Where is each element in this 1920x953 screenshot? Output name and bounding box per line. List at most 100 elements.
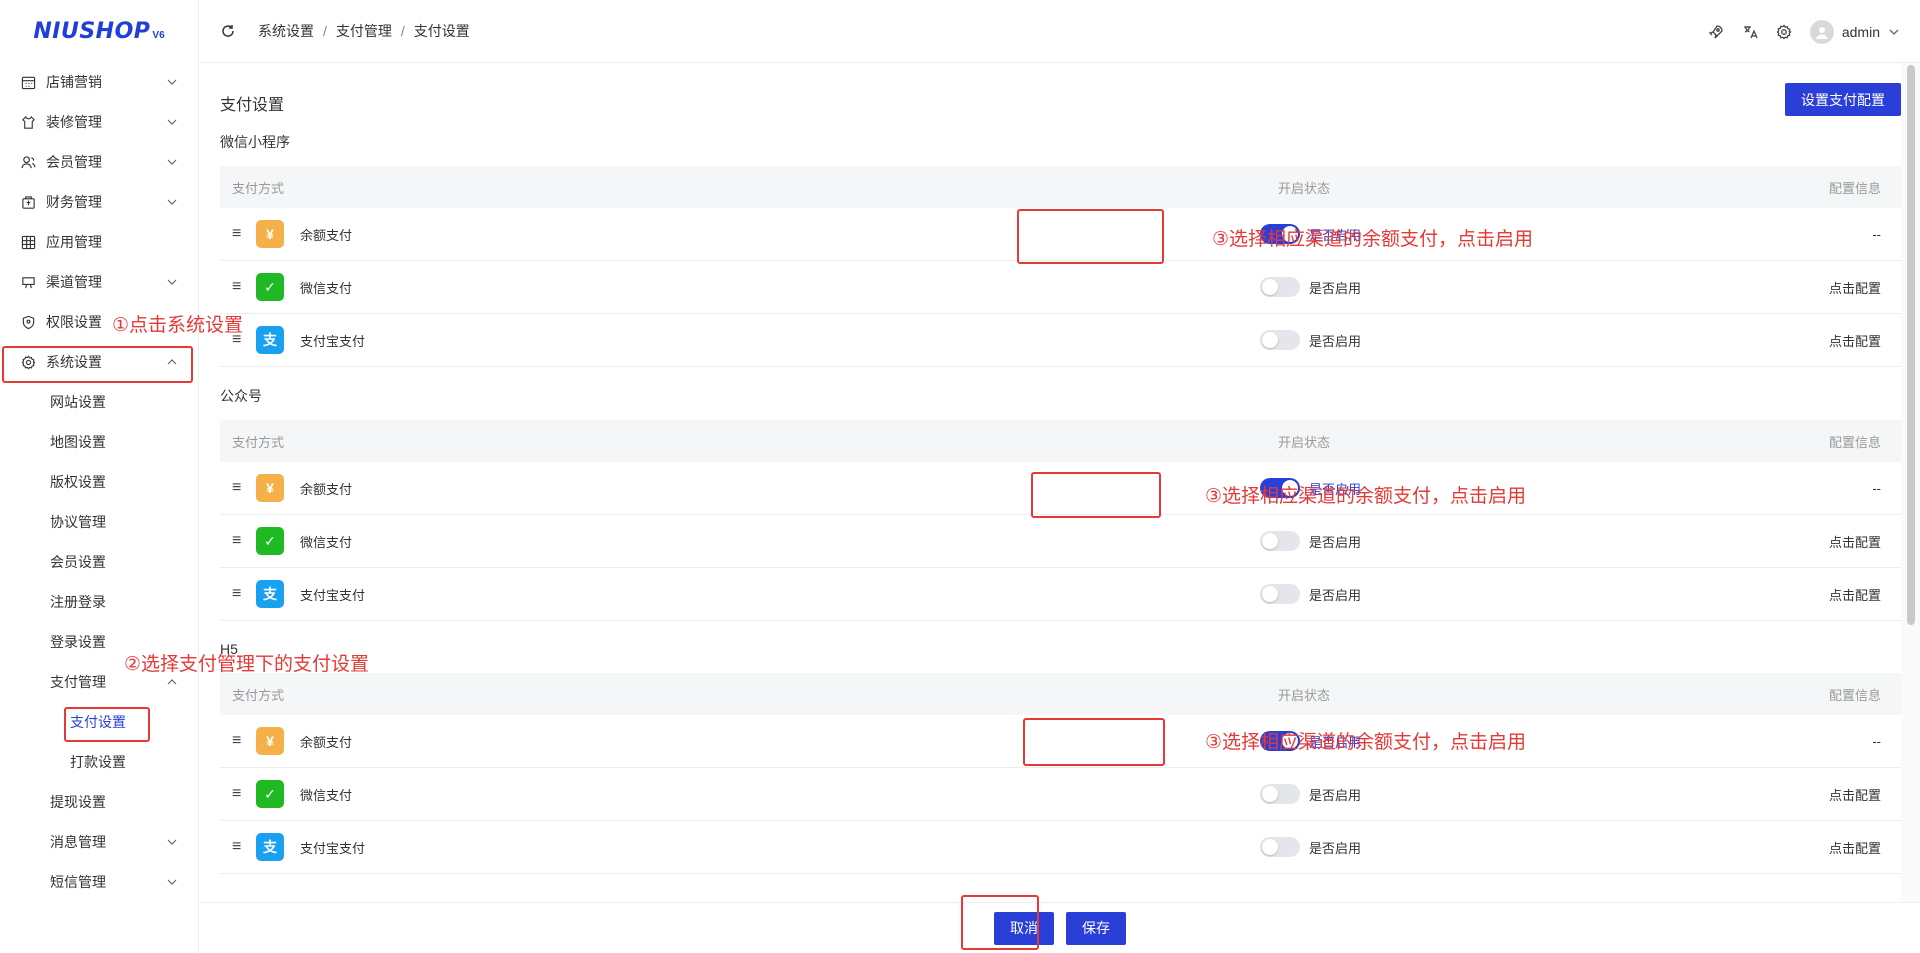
drag-handle-icon[interactable]: ≡ [232, 479, 244, 497]
chevron-down-icon[interactable] [166, 876, 178, 888]
enable-switch-label[interactable]: 是否启用 [1309, 785, 1361, 804]
config-cell[interactable]: 点击配置 [1700, 331, 1901, 350]
config-cell[interactable]: 点击配置 [1700, 585, 1901, 604]
chevron-down-icon[interactable] [1888, 26, 1900, 38]
sidebar-subitem[interactable]: 提现设置 [0, 782, 198, 822]
enable-switch[interactable] [1260, 784, 1300, 804]
annotation-step2: ②选择支付管理下的支付设置 [124, 653, 370, 675]
sidebar-item[interactable]: 应用管理 [0, 222, 198, 262]
section-title: 公众号 [220, 388, 262, 404]
enable-switch[interactable] [1260, 837, 1300, 857]
drag-handle-icon[interactable]: ≡ [232, 785, 244, 803]
config-cell[interactable]: 点击配置 [1700, 532, 1901, 551]
config-cell: -- [1872, 480, 1881, 496]
sidebar-item[interactable]: 装修管理 [0, 102, 198, 142]
sidebar-subitem-label: 协议管理 [50, 514, 106, 530]
cancel-button[interactable]: 取消 [994, 911, 1054, 945]
chevron-down-icon[interactable] [166, 156, 178, 168]
table-row: ≡ 支 支付宝支付 是否启用 点击配置 [220, 568, 1901, 621]
enable-switch[interactable] [1260, 584, 1300, 604]
payment-method-name: 微信支付 [300, 787, 353, 803]
drag-handle-icon[interactable]: ≡ [232, 225, 244, 243]
drag-handle-icon[interactable]: ≡ [232, 278, 244, 296]
sidebar-subitem-label: 消息管理 [50, 834, 106, 850]
sidebar-subitem[interactable]: 网站设置 [0, 382, 198, 422]
breadcrumb: 系统设置 / 支付管理 / 支付设置 [258, 21, 470, 41]
chevron-down-icon[interactable] [166, 196, 178, 208]
save-button[interactable]: 保存 [1066, 911, 1126, 945]
payment-method-cell: ≡ ¥ 余额支付 [220, 474, 840, 502]
user-avatar-icon [1815, 26, 1828, 39]
enable-switch-label[interactable]: 是否启用 [1309, 331, 1361, 350]
chevron-down-icon[interactable] [166, 116, 178, 128]
enable-switch-label[interactable]: 是否启用 [1309, 278, 1361, 297]
sidebar-subitem[interactable]: 地图设置 [0, 422, 198, 462]
chevron-down-icon[interactable] [166, 836, 178, 848]
column-header-method: 支付方式 [232, 434, 285, 450]
grid-icon [20, 234, 36, 250]
chevron-up-icon[interactable] [166, 676, 178, 688]
user-name[interactable]: admin [1842, 24, 1880, 40]
main-content: 支付设置 设置支付配置 微信小程序 支付方式 开启状态 配置信息 ≡ ¥ 余额支… [220, 63, 1901, 903]
logo[interactable]: NIUSHOP V6 [0, 0, 198, 62]
rocket-icon[interactable] [1708, 24, 1724, 40]
enable-switch-label[interactable]: 是否启用 [1309, 532, 1361, 551]
sidebar-subitem[interactable]: 会员设置 [0, 542, 198, 582]
sidebar-subitem[interactable]: 版权设置 [0, 462, 198, 502]
translate-icon[interactable] [1742, 24, 1758, 40]
table-header: 支付方式 开启状态 配置信息 [220, 420, 1901, 462]
drag-handle-icon[interactable]: ≡ [232, 532, 244, 550]
balance-pay-icon: ¥ [256, 474, 284, 502]
breadcrumb-pay-settings: 支付设置 [413, 23, 470, 39]
scrollbar-thumb[interactable] [1907, 65, 1915, 625]
breadcrumb-pay-manage[interactable]: 支付管理 [336, 21, 392, 41]
payment-method-name: 支付宝支付 [300, 333, 366, 349]
breadcrumb-system[interactable]: 系统设置 [258, 21, 314, 41]
sidebar-item[interactable]: 渠道管理 [0, 262, 198, 302]
sidebar-item[interactable]: 财务管理 [0, 182, 198, 222]
payment-method-name: 余额支付 [300, 734, 353, 750]
sidebar-subitem-label: 支付管理 [50, 674, 106, 690]
sidebar-item-label: 财务管理 [46, 194, 102, 210]
table-row: ≡ ✓ 微信支付 是否启用 点击配置 [220, 261, 1901, 314]
enable-switch[interactable] [1260, 330, 1300, 350]
sidebar-subsubitem[interactable]: 支付设置 [0, 702, 198, 742]
drag-handle-icon[interactable]: ≡ [232, 585, 244, 603]
settings-icon[interactable] [1776, 24, 1792, 40]
sidebar-subitem[interactable]: 注册登录 [0, 582, 198, 622]
wechat-pay-icon: ✓ [256, 527, 284, 555]
sidebar-subitem[interactable]: 短信管理 [0, 862, 198, 902]
avatar[interactable] [1809, 19, 1834, 44]
payment-method-name: 微信支付 [300, 534, 353, 550]
table-row: ≡ ✓ 微信支付 是否启用 点击配置 [220, 768, 1901, 821]
config-payment-button[interactable]: 设置支付配置 [1785, 83, 1901, 116]
chevron-up-icon[interactable] [166, 356, 178, 368]
section-title: 微信小程序 [220, 134, 290, 150]
drag-handle-icon[interactable]: ≡ [232, 732, 244, 750]
config-cell[interactable]: 点击配置 [1700, 785, 1901, 804]
config-cell[interactable]: 点击配置 [1700, 278, 1901, 297]
section-title: H5 [220, 641, 238, 657]
payment-section: 公众号 支付方式 开启状态 配置信息 ≡ ¥ 余额支付 是否启用 -- ≡ ✓ … [220, 384, 1901, 621]
enable-switch[interactable] [1260, 531, 1300, 551]
sidebar-subitem-label: 地图设置 [50, 434, 106, 450]
enable-switch-label[interactable]: 是否启用 [1309, 838, 1361, 857]
sidebar-item[interactable]: 会员管理 [0, 142, 198, 182]
config-cell[interactable]: 点击配置 [1700, 838, 1901, 857]
enable-switch[interactable] [1260, 277, 1300, 297]
refresh-icon[interactable] [220, 23, 236, 39]
chevron-down-icon[interactable] [166, 276, 178, 288]
enable-switch-label[interactable]: 是否启用 [1309, 585, 1361, 604]
sidebar-item[interactable]: 店铺营销 [0, 62, 198, 102]
chevron-down-icon[interactable] [166, 76, 178, 88]
alipay-pay-icon: 支 [256, 580, 284, 608]
sidebar-subitem[interactable]: 协议管理 [0, 502, 198, 542]
scrollbar[interactable] [1901, 63, 1920, 903]
sidebar-subsubitem[interactable]: 打款设置 [0, 742, 198, 782]
sidebar-item-label: 店铺营销 [46, 74, 102, 90]
sidebar-item[interactable]: 系统设置 [0, 342, 198, 382]
status-cell: 是否启用 [840, 784, 1700, 804]
drag-handle-icon[interactable]: ≡ [232, 838, 244, 856]
annotation-step1: ①点击系统设置 [112, 314, 244, 336]
sidebar-subitem[interactable]: 消息管理 [0, 822, 198, 862]
